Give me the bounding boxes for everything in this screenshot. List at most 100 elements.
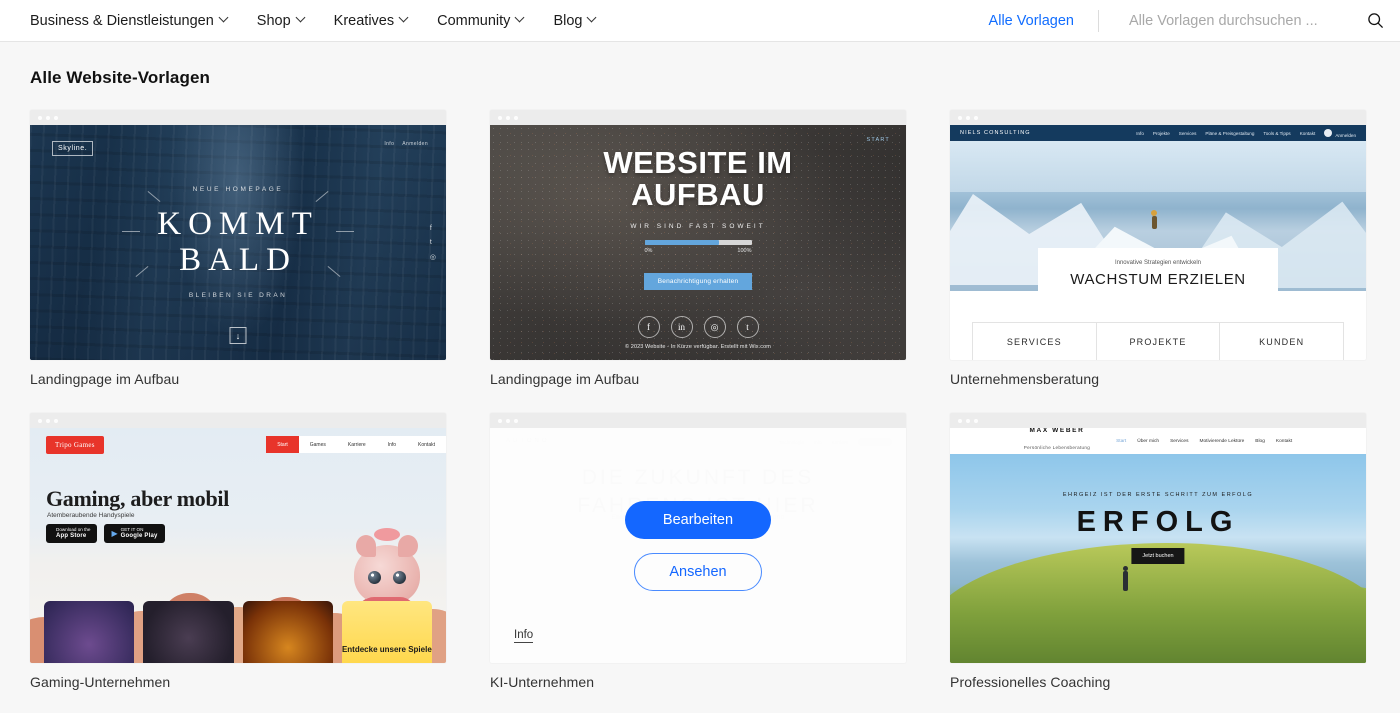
template-card-gaming[interactable]: Tripo Games Start Games Karriere Info Ko… [30, 413, 446, 690]
chrome-dot-icon [974, 418, 978, 423]
template-caption: Unternehmensberatung [950, 371, 1100, 387]
site-header: NIELS CONSULTING Info Projekte Services … [950, 125, 1366, 141]
view-button[interactable]: Ansehen [634, 552, 762, 591]
chrome-dot-icon [498, 115, 502, 120]
linkedin-icon: in [670, 316, 693, 339]
template-screenshot: START WEBSITE IM AUFBAU WIR SIND FAST SO… [490, 125, 906, 360]
avatar-icon [1324, 128, 1333, 137]
hero-pretitle: EHRGEIZ IST DER ERSTE SCHRITT ZUM ERFOLG [1062, 492, 1254, 498]
mountain-hero-image: Innovative Strategien entwickeln WACHSTU… [950, 141, 1366, 291]
template-preview-frame[interactable]: MAX WEBER Persönliche Lebensberatung Sta… [950, 413, 1366, 663]
start-menu-item: START [866, 137, 890, 143]
nav-item-shop[interactable]: Shop [243, 0, 320, 42]
template-card-landingpage-1[interactable]: Skyline. Info Anmelden f t ◎ NEUE HOMEPA… [30, 110, 446, 387]
signin-link: Anmelden [1324, 128, 1356, 138]
template-preview-frame[interactable]: Tripo Games Start Games Karriere Info Ko… [30, 413, 446, 663]
template-preview-frame[interactable]: NIELS CONSULTING Info Projekte Services … [950, 110, 1366, 360]
nav-item-business[interactable]: Business & Dienstleistungen [30, 0, 243, 42]
hero-subtitle: BLEIBEN SIE DRAN [188, 291, 288, 299]
chrome-dot-icon [54, 115, 58, 120]
google-play-badge: ▶ GET IT ON Google Play [104, 524, 165, 544]
template-preview-frame[interactable]: Skyline. Info Anmelden f t ◎ NEUE HOMEPA… [30, 110, 446, 360]
game-tile [44, 601, 135, 663]
nav-item-games: Games [309, 441, 326, 448]
progress-fill [644, 240, 720, 246]
site-nav: Info Projekte Services Pläne & Preisgest… [1136, 128, 1356, 138]
search-icon[interactable] [1367, 12, 1384, 29]
game-tile [143, 601, 234, 663]
search-input[interactable] [1127, 11, 1357, 30]
explore-games-tile: Entdecke unsere Spiele [341, 601, 432, 663]
nav-item-lektuere: Motivierende Lektüre [1199, 438, 1245, 444]
nav-item-community[interactable]: Community [423, 0, 539, 42]
info-link[interactable]: Info [514, 629, 534, 643]
game-tiles: Entdecke unsere Spiele [44, 601, 432, 663]
nav-item: Projekte [1152, 130, 1170, 136]
nav-item-blog[interactable]: Blog [539, 0, 611, 42]
hero-pretitle: NEUE HOMEPAGE [192, 186, 284, 194]
nav-item-karriere: Karriere [347, 441, 366, 448]
template-caption: KI-Unternehmen [490, 674, 595, 690]
nav-item-ueber-mich: Über mich [1137, 438, 1160, 444]
instagram-icon: ◎ [703, 316, 726, 339]
template-grid: Skyline. Info Anmelden f t ◎ NEUE HOMEPA… [30, 110, 1370, 690]
chevron-down-icon [516, 14, 525, 23]
primary-nav: Business & Dienstleistungen Shop Kreativ… [30, 0, 611, 42]
store-badges: Download on the App Store ▶ GET IT ON Goog… [46, 524, 165, 544]
template-preview-frame[interactable]: START WEBSITE IM AUFBAU WIR SIND FAST SO… [490, 110, 906, 360]
nav-item-kreatives[interactable]: Kreatives [320, 0, 423, 42]
template-caption: Landingpage im Aufbau [30, 371, 180, 387]
chevron-down-icon [588, 14, 597, 23]
chrome-dot-icon [958, 115, 962, 120]
logo-tagline: Persönliche Lebensberatung [1023, 445, 1091, 451]
chrome-dot-icon [506, 418, 510, 423]
nav-item-label: Blog [553, 12, 583, 29]
top-navigation-bar: Business & Dienstleistungen Shop Kreativ… [0, 0, 1400, 42]
hero-title-line1: WEBSITE IM [603, 144, 793, 180]
chrome-dot-icon [38, 418, 42, 423]
template-card-landingpage-2[interactable]: START WEBSITE IM AUFBAU WIR SIND FAST SO… [490, 110, 906, 387]
hero-title: WEBSITE IM AUFBAU [603, 144, 793, 211]
nav-item: Info [1136, 130, 1144, 136]
nav-item-blog: Blog [1255, 438, 1265, 444]
edit-button[interactable]: Bearbeiten [624, 500, 772, 539]
scroll-down-icon: ↓ [229, 327, 247, 344]
all-templates-link[interactable]: Alle Vorlagen [989, 13, 1098, 29]
nav-item: Kontakt [1299, 130, 1316, 136]
nav-item-label: Shop [256, 12, 291, 29]
template-card-coaching[interactable]: MAX WEBER Persönliche Lebensberatung Sta… [950, 413, 1366, 690]
cat-character [354, 528, 420, 633]
template-caption: Gaming-Unternehmen [30, 674, 171, 690]
nav-item-kontakt: Kontakt [418, 441, 435, 448]
hero-title: Gaming, aber mobil [46, 486, 230, 511]
chrome-dot-icon [498, 418, 502, 423]
badge-small-text: Download on the [56, 527, 91, 532]
chrome-dot-icon [46, 115, 50, 120]
autono-site: AUTONO Technologie Info Karriere DIE ZUK… [490, 428, 906, 663]
page-content: Alle Website-Vorlagen Skyline. Info Anme… [0, 68, 1400, 690]
nav-item-start: Start [266, 436, 299, 453]
logo-name: MAX WEBER [1029, 428, 1085, 434]
site-logo: MAX WEBER Persönliche Lebensberatung [1024, 428, 1090, 455]
template-card-ki-unternehmen[interactable]: AUTONO Technologie Info Karriere DIE ZUK… [490, 413, 906, 690]
hero-title-line2: BALD [179, 242, 297, 278]
booking-button: Jetzt buchen [1131, 548, 1185, 564]
template-caption: Landingpage im Aufbau [490, 371, 640, 387]
browser-chrome-bar [30, 110, 446, 125]
game-tile [242, 601, 333, 663]
template-screenshot: MAX WEBER Persönliche Lebensberatung Sta… [950, 428, 1366, 663]
nav-item-label: Community [437, 12, 511, 29]
aufbau-hero: START WEBSITE IM AUFBAU WIR SIND FAST SO… [490, 125, 906, 360]
template-card-unternehmensberatung[interactable]: NIELS CONSULTING Info Projekte Services … [950, 110, 1366, 387]
chrome-dot-icon [514, 115, 518, 120]
consulting-site: NIELS CONSULTING Info Projekte Services … [950, 125, 1366, 360]
chevron-down-icon [297, 14, 306, 23]
mountain-ridge-image: EHRGEIZ IST DER ERSTE SCHRITT ZUM ERFOLG… [950, 454, 1366, 663]
column-services: SERVICES [1006, 336, 1062, 347]
chrome-dot-icon [966, 115, 970, 120]
skyline-hero-text: NEUE HOMEPAGE KOMMT BALD BLEIBEN SIE DRA… [30, 125, 446, 360]
template-preview-frame[interactable]: AUTONO Technologie Info Karriere DIE ZUK… [490, 413, 906, 663]
browser-chrome-bar [30, 413, 446, 428]
coaching-site: MAX WEBER Persönliche Lebensberatung Sta… [950, 428, 1366, 663]
template-caption: Professionelles Coaching [950, 674, 1111, 690]
